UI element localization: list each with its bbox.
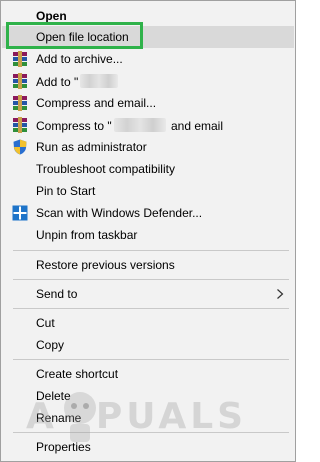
menu-item-label: Add to " <box>36 74 120 89</box>
menu-item-compress-and-email[interactable]: Compress and email... <box>2 92 294 114</box>
winrar-archive-icon <box>13 95 27 111</box>
menu-item-label: Restore previous versions <box>36 258 175 272</box>
menu-item-compress-to-and-email[interactable]: Compress to " and email <box>2 114 294 136</box>
menu-item-label: Create shortcut <box>36 367 119 381</box>
menu-item-troubleshoot-compatibility[interactable]: Troubleshoot compatibility <box>2 158 294 180</box>
menu-item-cut[interactable]: Cut <box>2 312 294 334</box>
menu-item-scan-with-defender[interactable]: Scan with Windows Defender... <box>2 202 294 224</box>
windows-defender-icon <box>12 205 28 221</box>
menu-item-label: Unpin from taskbar <box>36 228 138 242</box>
uac-shield-icon <box>13 139 27 155</box>
menu-item-label: Copy <box>36 338 65 352</box>
add-to-prefix: Add to " <box>36 75 79 89</box>
menu-separator <box>13 250 289 251</box>
redacted-filename <box>80 74 119 88</box>
menu-item-label: Scan with Windows Defender... <box>36 206 203 220</box>
menu-item-open[interactable]: Open <box>2 5 294 27</box>
menu-item-run-as-administrator[interactable]: Run as administrator <box>2 136 294 158</box>
appuals-watermark: A PUALS <box>26 386 296 456</box>
menu-separator <box>13 308 289 309</box>
mascot-logo-icon <box>64 392 96 442</box>
menu-separator <box>13 279 289 280</box>
winrar-archive-icon <box>13 51 27 67</box>
menu-item-label: Send to <box>36 287 78 301</box>
menu-item-add-to-archive[interactable]: Add to archive... <box>2 48 294 70</box>
menu-item-unpin-from-taskbar[interactable]: Unpin from taskbar <box>2 224 294 246</box>
winrar-archive-icon <box>13 73 27 89</box>
menu-item-label: Cut <box>36 316 55 330</box>
menu-item-label: Compress and email... <box>36 96 157 110</box>
menu-item-label: Troubleshoot compatibility <box>36 162 175 176</box>
menu-item-label: Open file location <box>36 30 129 44</box>
menu-item-label: Add to archive... <box>36 52 123 66</box>
menu-item-label: Compress to " and email <box>36 118 223 133</box>
menu-item-copy[interactable]: Copy <box>2 334 294 356</box>
menu-item-open-file-location[interactable]: Open file location <box>2 26 294 48</box>
menu-item-label: Open <box>36 9 67 23</box>
menu-item-restore-previous-versions[interactable]: Restore previous versions <box>2 254 294 276</box>
compress-to-prefix: Compress to " <box>36 119 112 133</box>
menu-item-send-to[interactable]: Send to <box>2 283 294 305</box>
menu-item-label: Pin to Start <box>36 184 96 198</box>
winrar-archive-icon <box>13 117 27 133</box>
menu-item-label: Run as administrator <box>36 140 147 154</box>
menu-item-create-shortcut[interactable]: Create shortcut <box>2 363 294 385</box>
compress-to-suffix: and email <box>170 119 223 133</box>
chevron-right-icon <box>277 289 284 299</box>
menu-item-pin-to-start[interactable]: Pin to Start <box>2 180 294 202</box>
menu-separator <box>13 359 289 360</box>
redacted-filename <box>113 118 166 132</box>
menu-item-add-to[interactable]: Add to " <box>2 70 294 92</box>
